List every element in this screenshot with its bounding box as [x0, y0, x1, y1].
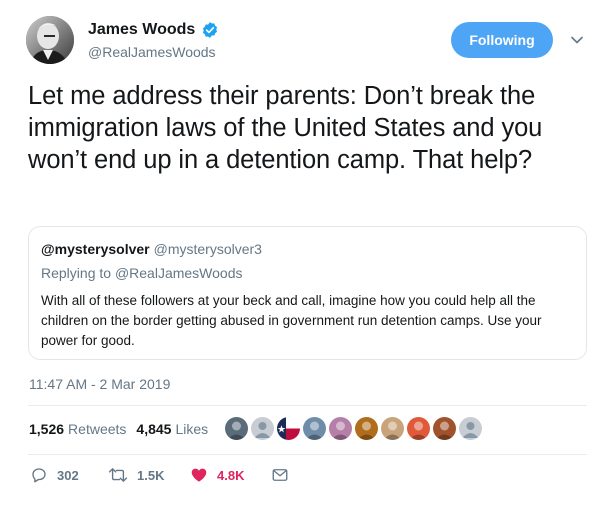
liker-avatar[interactable]	[407, 417, 430, 440]
avatar-photo-icon	[329, 417, 352, 440]
avatar-photo-icon	[355, 417, 378, 440]
likes-label[interactable]: Likes	[175, 421, 208, 437]
quoted-handle: @mysterysolver3	[153, 241, 262, 257]
liker-avatar[interactable]	[251, 417, 274, 440]
retweets-count[interactable]: 1,526	[29, 421, 64, 437]
liker-avatar[interactable]	[225, 417, 248, 440]
quoted-display-name: @mysterysolver	[41, 241, 150, 257]
avatar-photo-icon	[381, 417, 404, 440]
avatar-photo-icon	[433, 417, 456, 440]
replying-to-link[interactable]: @RealJamesWoods	[115, 265, 243, 281]
liker-avatar[interactable]	[303, 417, 326, 440]
quoted-tweet-user: @mysterysolver @mysterysolver3	[41, 241, 262, 257]
liker-avatar[interactable]	[459, 417, 482, 440]
reply-icon	[32, 468, 46, 483]
avatar-photo-icon	[303, 417, 326, 440]
tweet-actions: 302 1.5K 4.8K	[30, 466, 330, 490]
divider	[28, 454, 587, 455]
liker-avatar[interactable]	[329, 417, 352, 440]
author-avatar[interactable]	[26, 16, 74, 64]
reply-count: 302	[57, 467, 79, 483]
author-display-name[interactable]: James Woods	[88, 21, 195, 39]
profile-photo-icon	[26, 16, 74, 64]
reply-button[interactable]: 302	[30, 466, 79, 484]
quoted-replying-to: Replying to @RealJamesWoods	[41, 265, 243, 281]
retweets-label[interactable]: Retweets	[68, 421, 126, 437]
likes-count[interactable]: 4,845	[136, 421, 171, 437]
avatar-photo-icon	[225, 417, 248, 440]
default-avatar-icon	[459, 417, 482, 440]
texas-flag-icon	[277, 417, 300, 440]
direct-message-button[interactable]	[271, 466, 289, 484]
like-button[interactable]: 4.8K	[190, 466, 244, 484]
avatar-photo-icon	[407, 417, 430, 440]
retweet-count: 1.5K	[137, 467, 165, 483]
author-handle[interactable]: @RealJamesWoods	[88, 44, 216, 60]
replying-to-label: Replying to	[41, 265, 112, 281]
heart-icon	[191, 468, 207, 482]
like-count: 4.8K	[217, 467, 245, 483]
liker-avatars	[225, 417, 482, 440]
quoted-tweet-text: With all of these followers at your beck…	[41, 293, 542, 348]
retweet-icon	[108, 468, 128, 482]
tweet-timestamp[interactable]: 11:47 AM - 2 Mar 2019	[29, 376, 170, 392]
default-avatar-icon	[251, 417, 274, 440]
tweet-text: Let me address their parents: Don’t brea…	[28, 82, 543, 174]
quoted-tweet[interactable]: @mysterysolver @mysterysolver3 Replying t…	[28, 226, 587, 360]
liker-avatar[interactable]	[355, 417, 378, 440]
envelope-icon	[272, 469, 288, 481]
liker-avatar[interactable]	[381, 417, 404, 440]
liker-avatar[interactable]	[277, 417, 300, 440]
tweet-stats: 1,526 Retweets 4,845 Likes	[29, 421, 208, 437]
following-button[interactable]: Following	[451, 22, 553, 58]
liker-avatar[interactable]	[433, 417, 456, 440]
tweet-card: James Woods @RealJamesWoods Following Le…	[0, 0, 597, 526]
verified-badge-icon	[201, 21, 219, 39]
divider	[28, 405, 587, 406]
chevron-down-icon[interactable]	[569, 32, 585, 48]
retweet-button[interactable]: 1.5K	[108, 466, 164, 484]
author-name-row[interactable]: James Woods	[88, 21, 219, 39]
